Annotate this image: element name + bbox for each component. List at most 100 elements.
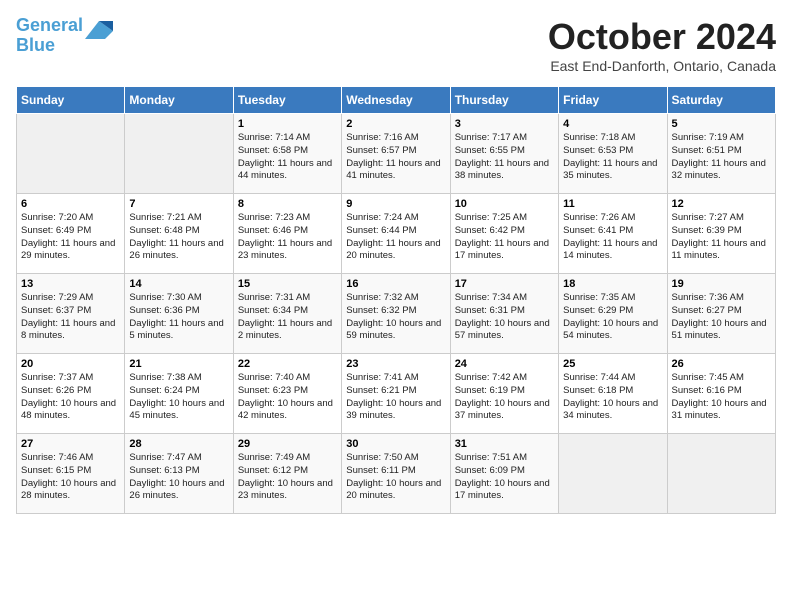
calendar-cell: 30Sunrise: 7:50 AM Sunset: 6:11 PM Dayli… — [342, 434, 450, 514]
day-info: Sunrise: 7:24 AM Sunset: 6:44 PM Dayligh… — [346, 212, 445, 263]
day-number: 3 — [455, 118, 554, 130]
day-info: Sunrise: 7:18 AM Sunset: 6:53 PM Dayligh… — [563, 132, 662, 183]
day-info: Sunrise: 7:47 AM Sunset: 6:13 PM Dayligh… — [129, 452, 228, 503]
calendar-week-row: 6 Sunrise: 7:20 AM Sunset: 6:49 PM Daylig… — [17, 194, 776, 274]
calendar-week-row: 1Sunrise: 7:14 AM Sunset: 6:58 PM Daylig… — [17, 114, 776, 194]
weekday-header: Thursday — [450, 87, 558, 114]
calendar-cell: 18Sunrise: 7:35 AM Sunset: 6:29 PM Dayli… — [559, 274, 667, 354]
weekday-header: Wednesday — [342, 87, 450, 114]
weekday-header: Friday — [559, 87, 667, 114]
calendar-cell: 19 Sunrise: 7:36 AM Sunset: 6:27 PM Dayli… — [667, 274, 775, 354]
day-info: Sunrise: 7:41 AM Sunset: 6:21 PM Dayligh… — [346, 372, 445, 423]
day-info: Sunrise: 7:29 AM Sunset: 6:37 PM Dayligh… — [21, 292, 120, 343]
day-number: 22 — [238, 358, 337, 370]
calendar-header: SundayMondayTuesdayWednesdayThursdayFrid… — [17, 87, 776, 114]
calendar-cell: 11 Sunrise: 7:26 AM Sunset: 6:41 PM Dayli… — [559, 194, 667, 274]
calendar-cell — [667, 434, 775, 514]
calendar-cell: 26Sunrise: 7:45 AM Sunset: 6:16 PM Dayli… — [667, 354, 775, 434]
calendar-week-row: 27Sunrise: 7:46 AM Sunset: 6:15 PM Dayli… — [17, 434, 776, 514]
calendar-cell: 8Sunrise: 7:23 AM Sunset: 6:46 PM Daylig… — [233, 194, 341, 274]
calendar-cell: 31 Sunrise: 7:51 AM Sunset: 6:09 PM Dayli… — [450, 434, 558, 514]
calendar-cell: 4 Sunrise: 7:18 AM Sunset: 6:53 PM Daylig… — [559, 114, 667, 194]
calendar-cell: 29Sunrise: 7:49 AM Sunset: 6:12 PM Dayli… — [233, 434, 341, 514]
day-number: 14 — [129, 278, 228, 290]
day-number: 13 — [21, 278, 120, 290]
day-number: 19 — [672, 278, 771, 290]
calendar-cell: 21 Sunrise: 7:38 AM Sunset: 6:24 PM Dayli… — [125, 354, 233, 434]
day-info: Sunrise: 7:32 AM Sunset: 6:32 PM Dayligh… — [346, 292, 445, 343]
weekday-header: Saturday — [667, 87, 775, 114]
day-number: 29 — [238, 438, 337, 450]
day-number: 20 — [21, 358, 120, 370]
day-info: Sunrise: 7:27 AM Sunset: 6:39 PM Dayligh… — [672, 212, 771, 263]
calendar-cell: 14 Sunrise: 7:30 AM Sunset: 6:36 PM Dayli… — [125, 274, 233, 354]
day-number: 17 — [455, 278, 554, 290]
day-info: Sunrise: 7:34 AM Sunset: 6:31 PM Dayligh… — [455, 292, 554, 343]
day-info: Sunrise: 7:21 AM Sunset: 6:48 PM Dayligh… — [129, 212, 228, 263]
day-info: Sunrise: 7:26 AM Sunset: 6:41 PM Dayligh… — [563, 212, 662, 263]
weekday-header: Monday — [125, 87, 233, 114]
day-info: Sunrise: 7:38 AM Sunset: 6:24 PM Dayligh… — [129, 372, 228, 423]
calendar-cell: 7 Sunrise: 7:21 AM Sunset: 6:48 PM Daylig… — [125, 194, 233, 274]
logo: GeneralBlue — [16, 16, 113, 56]
day-number: 8 — [238, 198, 337, 210]
day-number: 25 — [563, 358, 662, 370]
calendar-cell — [17, 114, 125, 194]
day-number: 28 — [129, 438, 228, 450]
day-number: 11 — [563, 198, 662, 210]
day-number: 15 — [238, 278, 337, 290]
day-number: 21 — [129, 358, 228, 370]
day-number: 2 — [346, 118, 445, 130]
day-info: Sunrise: 7:17 AM Sunset: 6:55 PM Dayligh… — [455, 132, 554, 183]
day-number: 6 — [21, 198, 120, 210]
day-info: Sunrise: 7:45 AM Sunset: 6:16 PM Dayligh… — [672, 372, 771, 423]
calendar-cell: 13 Sunrise: 7:29 AM Sunset: 6:37 PM Dayli… — [17, 274, 125, 354]
day-number: 5 — [672, 118, 771, 130]
calendar-body: 1Sunrise: 7:14 AM Sunset: 6:58 PM Daylig… — [17, 114, 776, 514]
day-number: 16 — [346, 278, 445, 290]
calendar-week-row: 13 Sunrise: 7:29 AM Sunset: 6:37 PM Dayli… — [17, 274, 776, 354]
day-number: 23 — [346, 358, 445, 370]
calendar-cell — [559, 434, 667, 514]
title-block: October 2024 East End-Danforth, Ontario,… — [548, 16, 776, 74]
calendar-cell: 20Sunrise: 7:37 AM Sunset: 6:26 PM Dayli… — [17, 354, 125, 434]
calendar-cell — [125, 114, 233, 194]
day-number: 30 — [346, 438, 445, 450]
calendar-cell: 16 Sunrise: 7:32 AM Sunset: 6:32 PM Dayli… — [342, 274, 450, 354]
calendar-week-row: 20Sunrise: 7:37 AM Sunset: 6:26 PM Dayli… — [17, 354, 776, 434]
weekday-header: Sunday — [17, 87, 125, 114]
calendar-cell: 10Sunrise: 7:25 AM Sunset: 6:42 PM Dayli… — [450, 194, 558, 274]
day-info: Sunrise: 7:36 AM Sunset: 6:27 PM Dayligh… — [672, 292, 771, 343]
calendar-cell: 3 Sunrise: 7:17 AM Sunset: 6:55 PM Daylig… — [450, 114, 558, 194]
calendar-cell: 5 Sunrise: 7:19 AM Sunset: 6:51 PM Daylig… — [667, 114, 775, 194]
calendar-cell: 12 Sunrise: 7:27 AM Sunset: 6:39 PM Dayli… — [667, 194, 775, 274]
day-number: 7 — [129, 198, 228, 210]
day-number: 31 — [455, 438, 554, 450]
logo-icon — [85, 21, 113, 39]
calendar-cell: 22Sunrise: 7:40 AM Sunset: 6:23 PM Dayli… — [233, 354, 341, 434]
day-number: 12 — [672, 198, 771, 210]
calendar-cell: 24Sunrise: 7:42 AM Sunset: 6:19 PM Dayli… — [450, 354, 558, 434]
calendar-cell: 17 Sunrise: 7:34 AM Sunset: 6:31 PM Dayli… — [450, 274, 558, 354]
calendar-cell: 15Sunrise: 7:31 AM Sunset: 6:34 PM Dayli… — [233, 274, 341, 354]
day-info: Sunrise: 7:51 AM Sunset: 6:09 PM Dayligh… — [455, 452, 554, 503]
calendar-cell: 2 Sunrise: 7:16 AM Sunset: 6:57 PM Daylig… — [342, 114, 450, 194]
header-row: SundayMondayTuesdayWednesdayThursdayFrid… — [17, 87, 776, 114]
calendar-cell: 27Sunrise: 7:46 AM Sunset: 6:15 PM Dayli… — [17, 434, 125, 514]
calendar-cell: 25Sunrise: 7:44 AM Sunset: 6:18 PM Dayli… — [559, 354, 667, 434]
calendar-cell: 1Sunrise: 7:14 AM Sunset: 6:58 PM Daylig… — [233, 114, 341, 194]
day-info: Sunrise: 7:14 AM Sunset: 6:58 PM Dayligh… — [238, 132, 337, 183]
day-info: Sunrise: 7:42 AM Sunset: 6:19 PM Dayligh… — [455, 372, 554, 423]
day-number: 10 — [455, 198, 554, 210]
day-info: Sunrise: 7:30 AM Sunset: 6:36 PM Dayligh… — [129, 292, 228, 343]
day-info: Sunrise: 7:35 AM Sunset: 6:29 PM Dayligh… — [563, 292, 662, 343]
calendar-cell: 28 Sunrise: 7:47 AM Sunset: 6:13 PM Dayli… — [125, 434, 233, 514]
logo-text: GeneralBlue — [16, 16, 83, 56]
day-number: 4 — [563, 118, 662, 130]
day-info: Sunrise: 7:16 AM Sunset: 6:57 PM Dayligh… — [346, 132, 445, 183]
calendar-cell: 6 Sunrise: 7:20 AM Sunset: 6:49 PM Daylig… — [17, 194, 125, 274]
day-info: Sunrise: 7:19 AM Sunset: 6:51 PM Dayligh… — [672, 132, 771, 183]
day-info: Sunrise: 7:20 AM Sunset: 6:49 PM Dayligh… — [21, 212, 120, 263]
calendar-table: SundayMondayTuesdayWednesdayThursdayFrid… — [16, 86, 776, 514]
day-number: 27 — [21, 438, 120, 450]
